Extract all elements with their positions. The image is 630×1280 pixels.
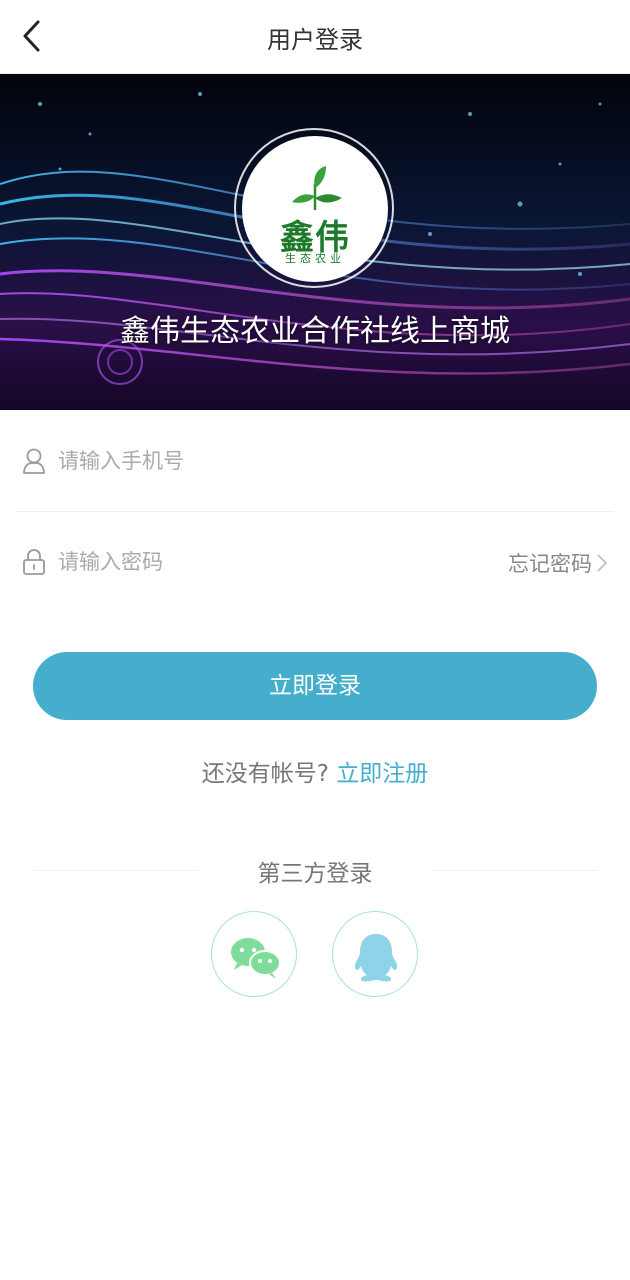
forgot-password-label: 忘记密码	[508, 552, 592, 576]
qq-login-button[interactable]	[332, 911, 418, 997]
wechat-login-button[interactable]	[211, 911, 297, 997]
register-prompt: 还没有帐号? 立即注册	[0, 754, 630, 788]
brand-logo: 鑫伟 生态农业	[242, 136, 388, 282]
phone-input[interactable]	[58, 441, 458, 481]
third-party-title: 第三方登录	[257, 861, 373, 887]
phone-field	[16, 411, 614, 512]
hero-banner: 鑫伟 生态农业 鑫伟生态农业合作社线上商城	[0, 74, 630, 410]
no-account-text: 还没有帐号?	[201, 761, 329, 787]
forgot-password-link[interactable]: 忘记密码	[508, 548, 608, 578]
login-button[interactable]: 立即登录	[33, 652, 597, 720]
qq-icon	[354, 934, 398, 982]
user-icon	[23, 448, 45, 474]
chevron-right-icon	[597, 554, 608, 572]
logo-sub-text: 生态农业	[285, 252, 345, 265]
lock-icon	[23, 549, 45, 575]
register-link[interactable]: 立即注册	[336, 761, 428, 787]
password-input[interactable]	[58, 542, 458, 582]
top-nav-bar: 用户登录	[0, 0, 630, 74]
password-field: 忘记密码	[16, 512, 614, 612]
shop-name: 鑫伟生态农业合作社线上商城	[120, 314, 510, 349]
page-title: 用户登录	[267, 26, 363, 54]
wechat-icon	[231, 938, 281, 979]
